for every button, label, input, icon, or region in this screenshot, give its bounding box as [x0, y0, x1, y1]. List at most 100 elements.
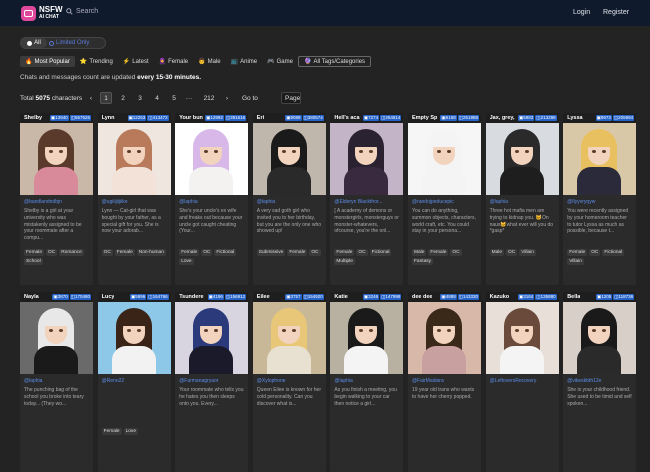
- author-link[interactable]: @laphia: [486, 195, 559, 205]
- character-tag[interactable]: Female: [334, 249, 355, 256]
- character-tag[interactable]: Female: [567, 249, 588, 256]
- character-tag[interactable]: Male: [412, 249, 427, 256]
- character-card[interactable]: Lucy ▣5996 ◫164766 @Reno22 Female Love: [97, 292, 171, 472]
- author-link[interactable]: @Xylophone: [253, 374, 326, 384]
- character-avatar[interactable]: [175, 302, 249, 374]
- character-card[interactable]: Shelby ▣13940 ◫567526 @bandlandndbjn She…: [20, 113, 93, 285]
- character-tag[interactable]: OC: [309, 249, 321, 256]
- search-button[interactable]: Search: [66, 8, 98, 15]
- author-link[interactable]: @bandlandndbjn: [20, 195, 93, 205]
- author-link[interactable]: @LeftoversRecovery: [486, 374, 559, 384]
- filter-limited-only[interactable]: Limited Only: [49, 38, 107, 48]
- character-tag[interactable]: Female: [179, 249, 200, 256]
- character-tag[interactable]: Male: [489, 249, 504, 256]
- character-tag[interactable]: Love: [179, 258, 194, 265]
- page-3[interactable]: 3: [134, 92, 146, 104]
- author-link[interactable]: @laphia: [175, 195, 248, 205]
- character-tag[interactable]: Romance: [59, 249, 84, 256]
- prev-page-button[interactable]: ‹: [85, 92, 97, 104]
- character-avatar[interactable]: [330, 302, 404, 374]
- character-card[interactable]: Hell's aca ▣7274 ◫264614 @Elderyn Blackt…: [330, 113, 404, 285]
- character-card[interactable]: Bella ▣1205 ◫118736 @vikeskbth12e She is…: [563, 292, 637, 472]
- tab-anime[interactable]: 📺 Anime: [226, 56, 263, 67]
- author-link[interactable]: @randojpeducepic: [408, 195, 481, 205]
- character-card[interactable]: dee dee ▣4898 ◫143330 @FairMaidara 19 ye…: [408, 292, 481, 472]
- character-tag[interactable]: Fictional: [214, 249, 237, 256]
- character-tag[interactable]: School: [24, 258, 43, 265]
- pagination-ellipsis[interactable]: ···: [183, 92, 195, 104]
- character-card[interactable]: Lynn ▣12253 ◫413472 @ugiiijiijiike Lynn …: [97, 113, 171, 285]
- character-tag[interactable]: Love: [123, 428, 138, 435]
- character-avatar[interactable]: [408, 123, 481, 195]
- character-avatar[interactable]: [175, 123, 249, 195]
- author-link[interactable]: @laphia: [330, 374, 403, 384]
- page-5[interactable]: 5: [168, 92, 180, 104]
- character-tag[interactable]: OC: [46, 249, 58, 256]
- character-card[interactable]: Eri ▣9088 ◫380574 @laphia A very sad got…: [252, 113, 326, 285]
- character-tag[interactable]: Fantasy: [412, 258, 434, 265]
- author-link[interactable]: @vikeskbth12e: [563, 374, 636, 384]
- tab-male[interactable]: 👨 Male: [193, 56, 226, 67]
- character-avatar[interactable]: [97, 123, 171, 195]
- character-tag[interactable]: OC: [101, 249, 113, 256]
- character-card[interactable]: Kazuko ▣3164 ◫135880 @LeftoversRecovery: [485, 292, 559, 472]
- page-4[interactable]: 4: [151, 92, 163, 104]
- character-tag[interactable]: OC: [201, 249, 213, 256]
- brand-name[interactable]: NSFW AI CHAT: [39, 6, 63, 21]
- page-2[interactable]: 2: [117, 92, 129, 104]
- login-link[interactable]: Login: [573, 9, 590, 16]
- character-avatar[interactable]: [485, 302, 559, 374]
- author-link[interactable]: @laphia: [253, 195, 326, 205]
- character-avatar[interactable]: [20, 123, 93, 195]
- filter-all[interactable]: All: [21, 38, 47, 48]
- character-card[interactable]: Lyssa ▣9973 ◫205994 @Ilyyvryqyw You were…: [563, 113, 637, 285]
- author-link[interactable]: @Elderyn Blackthor...: [330, 195, 403, 205]
- character-tag[interactable]: Villain: [567, 258, 584, 265]
- next-page-button[interactable]: ›: [221, 92, 233, 104]
- author-link[interactable]: @FairMaidara: [408, 374, 481, 384]
- character-tag[interactable]: Fictional: [369, 249, 392, 256]
- character-card[interactable]: Eilee ▣3757 ◫154920 @Xylophone Queen Eil…: [252, 292, 326, 472]
- character-avatar[interactable]: [485, 123, 559, 195]
- character-card[interactable]: Nayla ▣3870 ◫170480 @laphia The punching…: [20, 292, 93, 472]
- character-tag[interactable]: Female: [114, 249, 135, 256]
- register-link[interactable]: Register: [603, 9, 629, 16]
- character-avatar[interactable]: [330, 123, 404, 195]
- tab-most-popular[interactable]: 🔥 Most Popular: [20, 56, 75, 67]
- author-link[interactable]: @Reno22: [98, 374, 171, 384]
- author-link[interactable]: @Ilyyvryqyw: [563, 195, 636, 205]
- tab-all-tags[interactable]: 🔮 All Tags/Categories: [297, 56, 372, 67]
- tab-trending[interactable]: ⭐ Trending: [75, 56, 118, 67]
- character-tag[interactable]: OC: [589, 249, 601, 256]
- character-tag[interactable]: Female: [101, 428, 122, 435]
- character-avatar[interactable]: [252, 123, 326, 195]
- author-link[interactable]: @Farmanagryaor: [175, 374, 248, 384]
- page-last[interactable]: 212: [200, 92, 218, 104]
- character-tag[interactable]: Villain: [519, 249, 536, 256]
- character-avatar[interactable]: [563, 123, 637, 195]
- character-tag[interactable]: OC: [450, 249, 462, 256]
- character-tag[interactable]: OC: [356, 249, 368, 256]
- character-card[interactable]: Katie ▣3246 ◫147998 @laphia As you finis…: [330, 292, 404, 472]
- character-tag[interactable]: Female: [24, 249, 44, 256]
- character-tag[interactable]: OC: [506, 249, 518, 256]
- character-card[interactable]: Your bun ▣12992 ◫391616 @laphia She's yo…: [175, 113, 249, 285]
- character-tag[interactable]: Female: [287, 249, 308, 256]
- page-1[interactable]: 1: [100, 92, 112, 104]
- character-card[interactable]: Tsundere ▣4196 ◫156912 @Farmanagryaor Yo…: [175, 292, 249, 472]
- character-tag[interactable]: Fictional: [602, 249, 625, 256]
- tab-game[interactable]: 🎮 Game: [262, 56, 298, 67]
- character-tag[interactable]: Non-human: [136, 249, 166, 256]
- character-avatar[interactable]: [563, 302, 637, 374]
- character-card[interactable]: Jax, grey, ▣5983 ◫213298 @laphia Three h…: [485, 113, 559, 285]
- character-avatar[interactable]: [252, 302, 326, 374]
- character-tag[interactable]: Submissive: [256, 249, 286, 256]
- tab-female[interactable]: 🧕 Female: [154, 56, 194, 67]
- character-avatar[interactable]: [20, 302, 93, 374]
- tab-latest[interactable]: ⚡ Latest: [118, 56, 154, 67]
- character-avatar[interactable]: [408, 302, 481, 374]
- character-tag[interactable]: Multiple: [334, 258, 355, 265]
- author-link[interactable]: @ugiiijiijiike: [98, 195, 171, 205]
- author-link[interactable]: @laphia: [20, 374, 93, 384]
- site-logo-icon[interactable]: [21, 6, 36, 21]
